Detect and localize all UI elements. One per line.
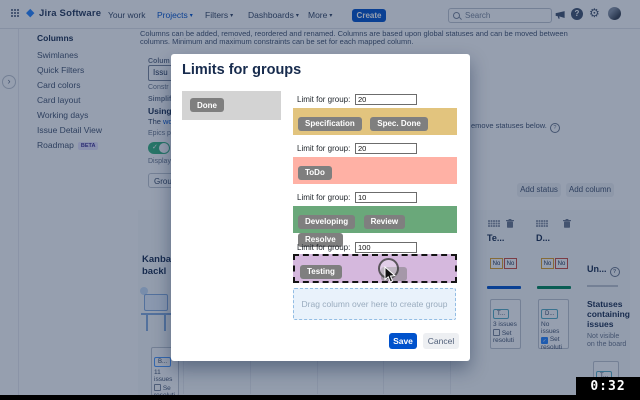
video-bottom-bar [0, 395, 640, 400]
group-todo[interactable]: ToDo [293, 157, 457, 184]
group-done[interactable]: Done [182, 91, 281, 120]
limit-label: Limit for group: [297, 144, 351, 153]
cancel-button[interactable]: Cancel [423, 333, 459, 349]
limit-input[interactable] [355, 143, 417, 154]
limit-input[interactable] [355, 242, 417, 253]
status-chip[interactable]: ToDo [298, 165, 332, 180]
limits-for-groups-modal: Limits for groups Done Limit for group: … [171, 54, 470, 361]
status-chip[interactable]: Testing [300, 264, 342, 279]
save-button[interactable]: Save [389, 333, 417, 349]
cursor-pointer-icon [384, 266, 397, 283]
status-chip[interactable]: Developing [298, 214, 356, 229]
limit-input[interactable] [355, 94, 417, 105]
modal-title: Limits for groups [182, 62, 302, 78]
limit-label: Limit for group: [297, 95, 351, 104]
video-timestamp: 0:32 [576, 377, 640, 396]
create-group-drop-zone[interactable]: Drag column over here to create group [293, 288, 456, 320]
status-chip[interactable]: Specification [298, 116, 362, 131]
screen: ◆ Jira Software Your work Projects ▾ Filt… [0, 0, 640, 400]
group-developing[interactable]: Developing Review Resolve [293, 206, 457, 247]
status-chip[interactable]: Spec. Done [370, 116, 428, 131]
group-testing-drop-target[interactable]: Testing [293, 254, 457, 283]
group-specification[interactable]: Specification Spec. Done [293, 108, 457, 135]
limit-label: Limit for group: [297, 193, 351, 202]
limit-label: Limit for group: [297, 243, 351, 252]
limit-input[interactable] [355, 192, 417, 203]
status-chip[interactable]: Review [363, 214, 406, 229]
status-chip-done[interactable]: Done [190, 98, 224, 112]
